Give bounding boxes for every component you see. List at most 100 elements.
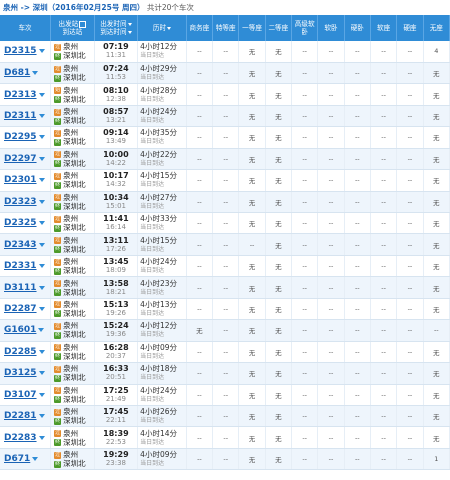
stops-dropdown-icon[interactable] (38, 392, 45, 397)
to-station-badge-icon: 终 (54, 289, 62, 297)
seat-availability: -- (212, 384, 240, 406)
arrival-day: 当日到达 (140, 395, 165, 403)
duration-cell: 4小时35分 当日到达 (137, 126, 187, 149)
to-station-badge-icon: 终 (54, 417, 62, 425)
col-stations[interactable]: 出发站 到达站 (50, 15, 95, 41)
arrival-time: 18:09 (105, 266, 126, 275)
seat-availability: -- (186, 62, 214, 85)
duration-cell: 4小时22分 当日到达 (137, 148, 187, 171)
stops-dropdown-icon[interactable] (38, 156, 45, 161)
arrival-day: 当日到达 (140, 417, 165, 425)
seat-availability: -- (317, 276, 345, 299)
stops-dropdown-icon[interactable] (38, 349, 45, 354)
from-station: 泉州 (63, 385, 79, 395)
train-code-link[interactable]: D3111 (4, 283, 37, 293)
stops-dropdown-icon[interactable] (38, 371, 45, 376)
seat-availability: -- (317, 426, 345, 449)
seat-availability: 无 (238, 126, 266, 149)
duration-value: 4小时28分 (140, 85, 177, 95)
seat-availability: -- (291, 148, 319, 171)
seat-availability: -- (186, 105, 214, 128)
arrival-day: 当日到达 (140, 309, 165, 317)
stops-dropdown-icon[interactable] (32, 71, 39, 76)
duration-cell: 4小时15分 当日到达 (137, 233, 187, 256)
stops-dropdown-icon[interactable] (38, 92, 45, 97)
times-cell: 13:58 18:21 (94, 276, 139, 299)
train-code-link[interactable]: D2313 (4, 90, 37, 100)
stops-dropdown-icon[interactable] (38, 306, 45, 311)
seat-availability: -- (291, 83, 319, 106)
stops-dropdown-icon[interactable] (38, 178, 45, 183)
train-code-link[interactable]: D681 (4, 68, 30, 78)
train-cell: D2295 (0, 126, 52, 149)
stations-cell: 过泉州终深圳北 (50, 191, 95, 214)
from-station-badge-icon: 过 (54, 43, 62, 51)
seat-availability: -- (396, 233, 424, 256)
stops-dropdown-icon[interactable] (32, 457, 39, 462)
train-code-link[interactable]: D2301 (4, 175, 37, 185)
arrival-day: 当日到达 (140, 202, 165, 210)
train-code-link[interactable]: D2297 (4, 154, 37, 164)
seat-availability: 无 (265, 405, 293, 428)
seat-availability: -- (317, 83, 345, 106)
stops-dropdown-icon[interactable] (38, 49, 45, 54)
stops-dropdown-icon[interactable] (38, 435, 45, 440)
seat-availability: -- (344, 255, 371, 278)
stops-dropdown-icon[interactable] (38, 285, 45, 290)
train-code-link[interactable]: D2315 (4, 46, 37, 56)
seat-availability: -- (370, 212, 398, 235)
col-seat-soft-seat: 软座 (370, 15, 398, 41)
train-code-link[interactable]: D3107 (4, 390, 37, 400)
stations-cell: 过泉州终深圳北 (50, 62, 95, 85)
stops-dropdown-icon[interactable] (38, 114, 45, 119)
train-code-link[interactable]: D2283 (4, 433, 37, 443)
train-code-link[interactable]: D671 (4, 454, 30, 464)
seat-availability: -- (344, 233, 371, 256)
seat-availability: 无 (238, 298, 266, 321)
stops-dropdown-icon[interactable] (38, 135, 45, 140)
arrival-time: 14:32 (105, 180, 126, 189)
train-code-link[interactable]: D2343 (4, 240, 37, 250)
arrival-day: 当日到达 (140, 181, 165, 189)
train-cell: D2297 (0, 148, 52, 171)
seat-availability: 无 (423, 426, 450, 449)
stops-dropdown-icon[interactable] (38, 414, 45, 419)
seat-availability: -- (186, 126, 214, 149)
train-code-link[interactable]: D2325 (4, 218, 37, 228)
train-code-link[interactable]: D3125 (4, 368, 37, 378)
seat-availability: -- (396, 169, 424, 192)
seat-availability: -- (317, 341, 345, 364)
duration-value: 4小时23分 (140, 278, 177, 288)
table-row: D2287 过泉州终深圳北 15:13 19:26 4小时13分 当日到达 -- -- 无无 --… (0, 298, 450, 321)
seat-availability: -- (291, 384, 319, 406)
stops-dropdown-icon[interactable] (38, 264, 45, 269)
query-header: 泉州 -> 深圳（2016年02月25号 周四） 共计20个车次 (0, 0, 450, 15)
train-table: 车次 出发站 到达站 出发时间 到达时间 历时 商务座 特等座 一等座 二等座 高级… (0, 15, 450, 471)
from-station-badge-icon: 过 (54, 237, 62, 245)
to-station-badge-icon: 终 (54, 310, 62, 318)
seat-availability: -- (212, 41, 240, 63)
train-code-link[interactable]: D2295 (4, 132, 37, 142)
from-station: 泉州 (63, 364, 79, 374)
stops-dropdown-icon[interactable] (38, 328, 45, 333)
train-code-link[interactable]: D2323 (4, 197, 37, 207)
stops-dropdown-icon[interactable] (38, 221, 45, 226)
seat-availability: -- (317, 191, 345, 214)
arrival-time: 11:31 (105, 51, 126, 60)
table-row: D671 过泉州终深圳北 19:29 23:38 4小时09分 当日到达 -- -- 无无 -- -… (0, 448, 450, 471)
train-code-link[interactable]: D2311 (4, 111, 37, 121)
train-code-link[interactable]: D2331 (4, 261, 37, 271)
col-duration[interactable]: 历时 (137, 15, 187, 41)
stops-dropdown-icon[interactable] (38, 199, 45, 204)
arrival-time: 11:53 (105, 73, 126, 82)
col-seat-special: 特等座 (212, 15, 240, 41)
col-times[interactable]: 出发时间 到达时间 (94, 15, 139, 41)
train-code-link[interactable]: D2287 (4, 304, 37, 314)
from-station: 泉州 (63, 64, 79, 74)
stops-dropdown-icon[interactable] (38, 242, 45, 247)
seat-availability: 无 (423, 191, 450, 214)
train-code-link[interactable]: D2281 (4, 411, 37, 421)
train-code-link[interactable]: G1601 (4, 325, 36, 335)
train-code-link[interactable]: D2285 (4, 347, 37, 357)
seat-availability: -- (291, 169, 319, 192)
